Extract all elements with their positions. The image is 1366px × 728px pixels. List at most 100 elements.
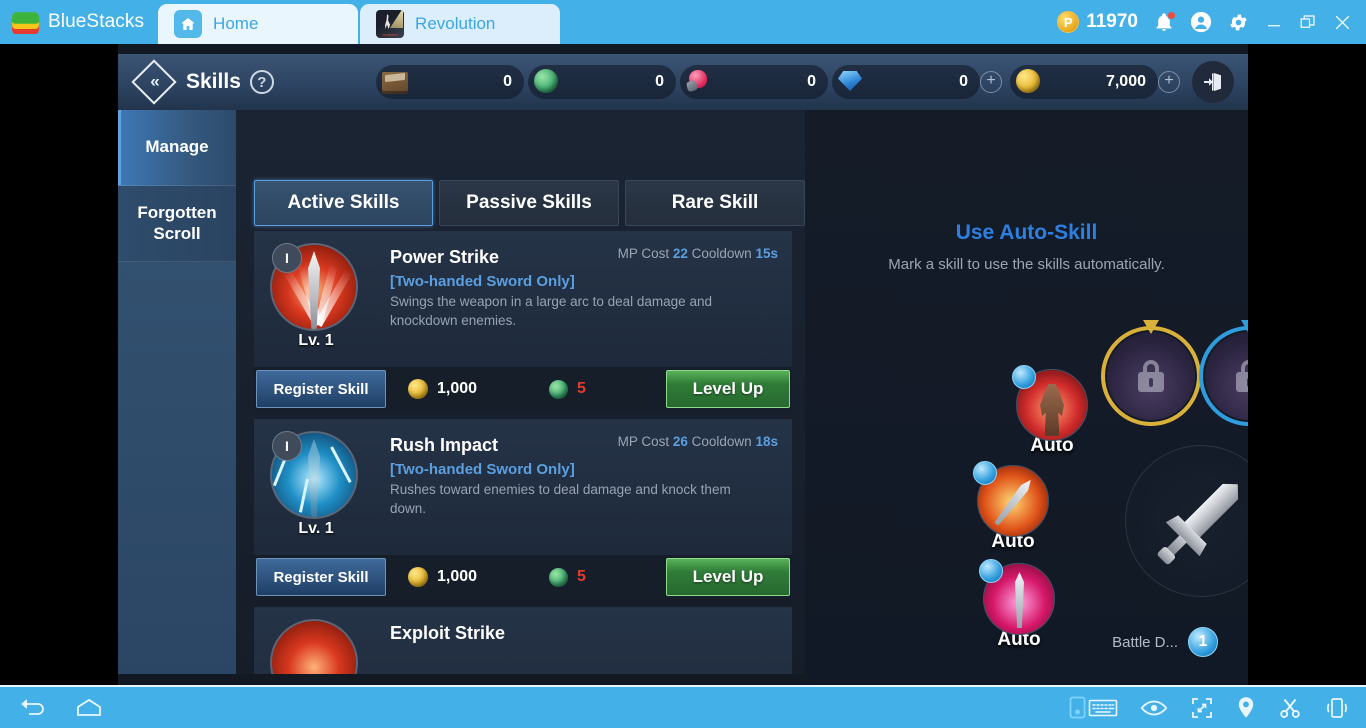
orb-cost-value: 5 bbox=[577, 568, 586, 585]
gold-coin-icon bbox=[408, 567, 428, 587]
shake-icon[interactable] bbox=[1324, 696, 1350, 720]
eye-icon[interactable] bbox=[1140, 698, 1168, 718]
skill-level: Lv. 1 bbox=[298, 332, 334, 349]
tab-home[interactable]: Home bbox=[158, 4, 359, 44]
bluestacks-points-coin-icon: P bbox=[1057, 11, 1080, 33]
currency-blue-gem: 0 bbox=[832, 65, 980, 99]
tab-rare-skill[interactable]: Rare Skill bbox=[625, 180, 805, 226]
sidebar-item-manage[interactable]: Manage bbox=[118, 110, 236, 186]
register-skill-button[interactable]: Register Skill bbox=[256, 558, 386, 596]
keyboard-icon[interactable] bbox=[1088, 697, 1118, 719]
sidebar-filler bbox=[118, 262, 236, 685]
tablet-icon[interactable] bbox=[1069, 696, 1086, 719]
restore-icon[interactable] bbox=[1299, 13, 1317, 31]
gold-coin-icon bbox=[1016, 69, 1042, 95]
footer-tool-icons bbox=[1069, 696, 1366, 720]
skill-card-footer: Register Skill 1,000 5 Level Up bbox=[254, 555, 792, 599]
currency-skill-book: 0 bbox=[376, 65, 524, 99]
cooldown-value: 18s bbox=[755, 434, 778, 449]
close-icon[interactable] bbox=[1333, 13, 1352, 32]
game-screen: « Skills ? 0 0 0 0 + 7,000 + Manage Forg… bbox=[118, 44, 1248, 685]
auto-skill-slot-1[interactable]: Auto bbox=[1012, 365, 1088, 457]
battle-deck-indicator[interactable]: Battle D... 1 bbox=[1112, 627, 1218, 657]
sidebar-item-forgotten-scroll[interactable]: Forgotten Scroll bbox=[118, 186, 236, 262]
lock-icon bbox=[1236, 360, 1248, 392]
blue-gem-icon bbox=[838, 69, 864, 95]
exit-door-icon[interactable] bbox=[1192, 61, 1234, 103]
home-icon bbox=[174, 10, 203, 38]
level-up-button[interactable]: Level Up bbox=[666, 558, 790, 596]
currency-value: 7,000 bbox=[1105, 73, 1146, 90]
skill-level: Lv. 1 bbox=[298, 520, 334, 537]
register-skill-button[interactable]: Register Skill bbox=[256, 370, 386, 408]
back-chevron-icon[interactable]: « bbox=[131, 59, 177, 105]
cooldown-label: Cooldown bbox=[691, 434, 752, 449]
notification-badge bbox=[1167, 10, 1176, 20]
help-button[interactable]: ? bbox=[249, 70, 274, 94]
skill-tier-badge: I bbox=[272, 243, 302, 273]
fullscreen-icon[interactable] bbox=[1190, 696, 1214, 720]
minimize-icon[interactable] bbox=[1265, 13, 1283, 31]
skill-card[interactable]: I Lv. 1 Rush Impact [Two-handed Sword On… bbox=[254, 419, 792, 599]
bluestacks-footer-toolbar bbox=[0, 685, 1366, 728]
auto-enabled-dot-icon[interactable] bbox=[973, 461, 997, 485]
account-icon[interactable] bbox=[1190, 11, 1212, 33]
skill-name: Exploit Strike bbox=[390, 623, 506, 643]
orb-cost-value: 5 bbox=[577, 380, 586, 397]
auto-skill-slot-3[interactable]: Auto bbox=[979, 559, 1055, 651]
two-handed-sword-icon bbox=[1127, 447, 1248, 594]
add-gem-button[interactable]: + bbox=[980, 71, 1002, 93]
currency-bar: 0 0 0 0 + 7,000 + bbox=[376, 61, 1240, 103]
auto-enabled-dot-icon[interactable] bbox=[1012, 365, 1036, 389]
auto-skill-slot-2[interactable]: Auto bbox=[973, 461, 1049, 553]
home-icon[interactable] bbox=[74, 697, 104, 719]
ruby-icon bbox=[686, 69, 712, 95]
auto-skill-subtitle: Mark a skill to use the skills automatic… bbox=[888, 256, 1165, 273]
mp-cost-value: 26 bbox=[672, 434, 688, 449]
points-display[interactable]: P 11970 bbox=[1057, 11, 1138, 33]
currency-green-orb: 0 bbox=[528, 65, 676, 99]
gold-coin-icon bbox=[408, 379, 428, 399]
currency-gold: 7,000 bbox=[1010, 65, 1158, 99]
bell-icon[interactable] bbox=[1154, 10, 1176, 33]
currency-ruby: 0 bbox=[680, 65, 828, 99]
gold-cost-value: 1,000 bbox=[437, 568, 478, 585]
skill-card[interactable]: Exploit Strike bbox=[254, 607, 792, 677]
skill-card-footer: Register Skill 1,000 5 Level Up bbox=[254, 367, 792, 411]
auto-enabled-dot-icon[interactable] bbox=[979, 559, 1003, 583]
bluestacks-brand-label: BlueStacks bbox=[48, 11, 145, 32]
skill-tier-badge: I bbox=[272, 431, 302, 461]
add-gold-button[interactable]: + bbox=[1158, 71, 1180, 93]
trade-material-row[interactable]: Use Material That Can Be Traded bbox=[118, 674, 805, 685]
equipped-weapon-slot[interactable] bbox=[1125, 445, 1248, 597]
gold-cost: 1,000 bbox=[408, 567, 477, 587]
locked-slot-blue[interactable] bbox=[1205, 332, 1248, 420]
back-icon[interactable] bbox=[18, 697, 48, 719]
tab-home-label: Home bbox=[213, 14, 259, 33]
skill-list[interactable]: Register Skill 1,000 5 Level Up bbox=[254, 223, 792, 677]
tab-revolution[interactable]: revolution Revolution bbox=[360, 4, 561, 44]
exploit-strike-icon bbox=[270, 619, 358, 677]
gold-cost-value: 1,000 bbox=[437, 380, 478, 397]
footer-nav-icons bbox=[0, 697, 104, 719]
gear-icon[interactable] bbox=[1228, 12, 1249, 33]
skill-stats: MP Cost 26 Cooldown 18s bbox=[618, 434, 778, 449]
emulator-viewport: « Skills ? 0 0 0 0 + 7,000 + Manage Forg… bbox=[0, 44, 1366, 685]
bluestacks-titlebar: BlueStacks Home revolution Revolution P … bbox=[0, 0, 1366, 44]
tab-passive-skills[interactable]: Passive Skills bbox=[439, 180, 619, 226]
side-tab-list: Manage Forgotten Scroll bbox=[118, 110, 236, 262]
location-icon[interactable] bbox=[1236, 696, 1256, 720]
skill-card[interactable]: I Lv. 1 Power Strike [Two-handed Sword O… bbox=[254, 231, 792, 411]
skill-description: Rushes toward enemies to deal damage and… bbox=[390, 482, 731, 516]
tab-active-skills[interactable]: Active Skills bbox=[254, 180, 433, 226]
auto-skill-panel: Use Auto-Skill Mark a skill to use the s… bbox=[805, 110, 1248, 685]
skill-requirement: [Two-handed Sword Only] bbox=[390, 461, 575, 478]
locked-slot-gold[interactable] bbox=[1107, 332, 1195, 420]
scissors-icon[interactable] bbox=[1278, 696, 1302, 720]
level-up-button[interactable]: Level Up bbox=[666, 370, 790, 408]
cooldown-value: 15s bbox=[755, 246, 778, 261]
mp-cost-label: MP Cost bbox=[617, 434, 670, 449]
cooldown-label: Cooldown bbox=[691, 246, 752, 261]
currency-value: 0 bbox=[655, 73, 664, 90]
orb-cost: 5 bbox=[549, 567, 586, 587]
